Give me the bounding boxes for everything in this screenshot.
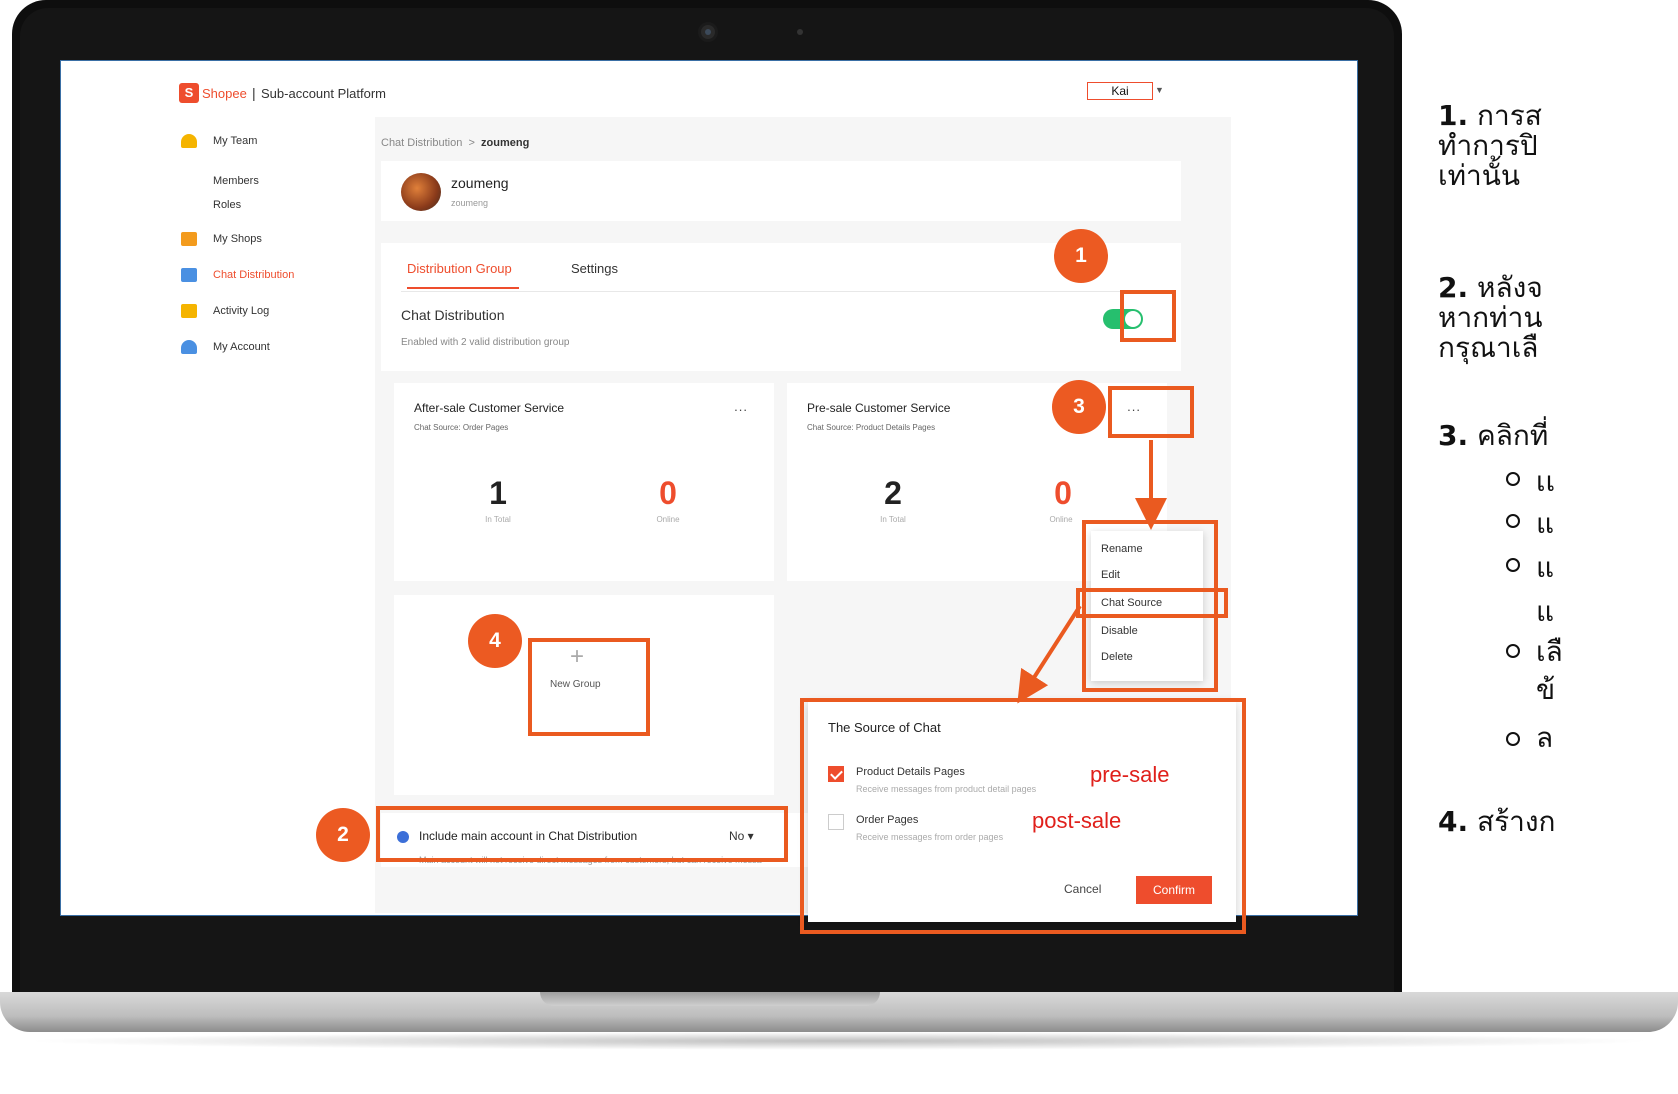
- annotation-arrows: [1017, 440, 1167, 704]
- bullet-icon: [1506, 472, 1520, 486]
- instruction-1-line-2: ทำการปิ: [1438, 129, 1538, 162]
- instruction-3-bullet-3b: แ: [1536, 595, 1555, 628]
- step-badge-1: 1: [1054, 229, 1108, 283]
- instruction-2-line-2: หากท่าน: [1438, 301, 1543, 334]
- instruction-3-line-1: 3. คลิกที่: [1438, 419, 1549, 452]
- instruction-3-bullet-1: เเ: [1536, 465, 1556, 498]
- instruction-2-line-3: กรุณาเลื: [1438, 331, 1539, 364]
- instruction-3-bullet-4b: ข้: [1536, 673, 1556, 706]
- instruction-3-bullet-5: ล: [1536, 721, 1554, 754]
- instruction-3-number: 3.: [1438, 419, 1469, 452]
- bullet-icon: [1506, 514, 1520, 528]
- stage: S Shopee | Sub-account Platform Kai ▼ My…: [0, 0, 1678, 1094]
- step-badge-4: 4: [468, 614, 522, 668]
- instruction-1-text-a: การส: [1477, 99, 1542, 132]
- bullet-icon: [1506, 732, 1520, 746]
- arrow-to-dialog: [1017, 604, 1082, 704]
- instruction-1-line-3: เท่านั้น: [1438, 159, 1521, 192]
- instruction-3-text-a: คลิกที่: [1477, 419, 1549, 452]
- instruction-2-text-a: หลังจ: [1477, 271, 1543, 304]
- bullet-icon: [1506, 644, 1520, 658]
- instruction-3-bullet-3a: แ: [1536, 551, 1555, 584]
- bullet-icon: [1506, 558, 1520, 572]
- instruction-4-text-a: สร้างก: [1477, 805, 1556, 838]
- instruction-4-number: 4.: [1438, 805, 1469, 838]
- instruction-1-number: 1.: [1438, 99, 1469, 132]
- instruction-4-line-1: 4. สร้างก: [1438, 805, 1556, 838]
- instruction-2-line-1: 2. หลังจ: [1438, 271, 1543, 304]
- instruction-2-number: 2.: [1438, 271, 1469, 304]
- step-badge-2: 2: [316, 808, 370, 862]
- instruction-1-line-1: 1. การส: [1438, 99, 1542, 132]
- instruction-3-bullet-2: แ: [1536, 507, 1555, 540]
- step-badge-3: 3: [1052, 380, 1106, 434]
